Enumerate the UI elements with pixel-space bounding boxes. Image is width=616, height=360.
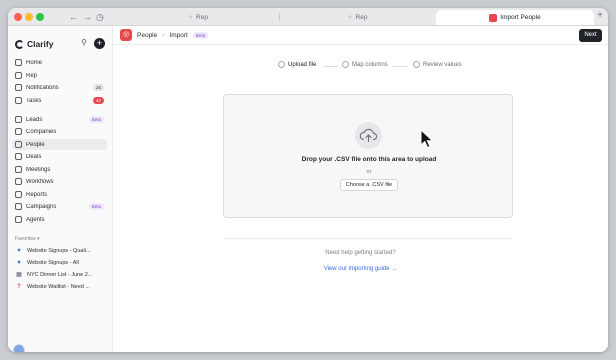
deals-icon	[15, 153, 22, 160]
sidebar-item-meetings[interactable]: Meetings	[12, 164, 107, 175]
avatar[interactable]	[13, 344, 25, 352]
back-arrow-icon[interactable]: ←	[69, 11, 78, 23]
clarify-logo-icon	[15, 39, 24, 49]
clarify-app-icon: ◎	[120, 29, 132, 41]
drop-instructions: Drop your .CSV file onto this area to up…	[301, 156, 437, 163]
favorite-item[interactable]: ♥ Website Signups - Quali...	[12, 245, 107, 256]
main-content: ◎ People › Import Beta Next Upload file …	[113, 26, 608, 352]
sidebar-item-reports[interactable]: Reports	[12, 189, 107, 200]
next-button[interactable]: Next	[579, 29, 602, 42]
history-clock-icon[interactable]: ◷	[96, 11, 104, 23]
cityscape-icon: ▦	[16, 272, 22, 278]
person-icon	[15, 141, 22, 148]
clarify-favicon-icon	[489, 13, 498, 22]
sidebar-item-rep[interactable]: Rep	[12, 70, 107, 81]
import-stepper: Upload file Map columns Review values	[113, 61, 608, 71]
step-upload-file: Upload file	[278, 61, 316, 68]
csv-drop-zone[interactable]: Drop your .CSV file onto this area to up…	[223, 94, 513, 218]
tab-rep-icon: ✧	[188, 15, 194, 21]
beta-badge: Beta	[192, 32, 209, 39]
step-map-columns: Map columns	[342, 61, 388, 68]
close-window-button[interactable]	[14, 13, 22, 21]
sidebar-item-home[interactable]: Home	[12, 57, 107, 68]
create-new-button[interactable]: +	[94, 38, 105, 49]
choose-csv-button[interactable]: Choose a .CSV file	[340, 179, 398, 191]
check-icon	[15, 97, 22, 104]
browser-tab-import-people[interactable]: Import People	[436, 10, 594, 25]
app-window: ← → ◷ ✧ Rep ✧ Rep Import People + Clarif…	[8, 8, 608, 352]
browser-tab-rep-1[interactable]: ✧ Rep	[118, 10, 278, 25]
breadcrumb-import: Import	[169, 32, 188, 39]
blue-heart-icon: ♥	[17, 247, 21, 254]
help-question: Need help getting started?	[325, 250, 396, 256]
upload-cloud-icon	[355, 122, 382, 149]
breadcrumb: People › Import Beta	[137, 30, 211, 41]
divider	[223, 238, 513, 239]
building-icon	[15, 128, 22, 135]
browser-tab-rep-2[interactable]: ✧ Rep	[280, 10, 435, 25]
favorite-item[interactable]: ▦ NYC Dinner List - June 2...	[12, 269, 107, 280]
megaphone-icon	[15, 203, 22, 210]
tab-label: Rep	[355, 14, 368, 21]
home-icon	[15, 59, 22, 66]
favorites-label: Favorites	[15, 236, 36, 242]
new-tab-button[interactable]: +	[597, 10, 603, 21]
step-review-values: Review values	[413, 61, 462, 68]
beta-badge: Beta	[88, 203, 104, 210]
beta-badge: Beta	[88, 116, 104, 123]
question-icon: ?	[17, 283, 21, 290]
sidebar-item-people[interactable]: People	[12, 139, 107, 150]
tab-rep-icon: ✧	[347, 15, 353, 21]
chart-icon	[15, 191, 22, 198]
calendar-icon	[15, 166, 22, 173]
sidebar-item-notifications[interactable]: Notifications 26	[12, 82, 107, 93]
mouse-cursor-icon	[420, 129, 434, 149]
sidebar-item-companies[interactable]: Companies	[12, 126, 107, 137]
forward-arrow-icon[interactable]: →	[83, 11, 92, 23]
minimize-window-button[interactable]	[25, 13, 33, 21]
app-name: Clarify	[27, 39, 54, 49]
favorite-item[interactable]: ? Website Waitlist - Need ...	[12, 281, 107, 292]
step-label: Map columns	[352, 61, 388, 68]
step-label: Upload file	[288, 61, 317, 68]
search-icon[interactable]: ⚲	[81, 38, 87, 47]
step-circle-icon	[278, 61, 285, 68]
tasks-count-badge: 42	[92, 97, 104, 104]
importing-guide-link[interactable]: View our importing guide →	[113, 266, 608, 272]
app-logo[interactable]: Clarify	[15, 39, 53, 49]
breadcrumb-people[interactable]: People	[137, 32, 157, 39]
favorite-item[interactable]: ♥ Website Signups - All	[12, 257, 107, 268]
agent-icon	[15, 216, 22, 223]
step-circle-icon	[413, 61, 420, 68]
leads-icon	[15, 116, 22, 123]
step-circle-icon	[342, 61, 349, 68]
maximize-window-button[interactable]	[36, 13, 44, 21]
notifications-count-badge: 26	[92, 84, 104, 91]
sidebar-item-tasks[interactable]: Tasks 42	[12, 95, 107, 106]
workflow-icon	[15, 178, 22, 185]
sidebar-item-leads[interactable]: Leads Beta	[12, 114, 107, 125]
step-connector	[324, 66, 338, 67]
page-header: ◎ People › Import Beta Next	[113, 26, 608, 45]
tab-label: Import People	[500, 14, 541, 21]
favorites-header[interactable]: Favorites ▾	[15, 236, 39, 242]
chevron-down-icon: ▾	[36, 236, 40, 242]
sidebar-item-workflows[interactable]: Workflows	[12, 176, 107, 187]
blue-heart-icon: ♥	[17, 259, 21, 266]
sidebar-item-campaigns[interactable]: Campaigns Beta	[12, 201, 107, 212]
step-connector	[393, 66, 407, 67]
tab-label: Rep	[196, 14, 208, 21]
or-separator: or	[366, 169, 372, 175]
sidebar-item-agents[interactable]: Agents	[12, 214, 107, 225]
title-bar: ← → ◷ ✧ Rep ✧ Rep Import People +	[8, 8, 608, 26]
sidebar: Clarify ⚲ + Home Rep Notifications 26 Ta…	[8, 26, 113, 352]
chevron-right-icon: ›	[162, 32, 165, 39]
bell-icon	[15, 84, 22, 91]
step-label: Review values	[423, 61, 462, 68]
rep-icon	[15, 72, 22, 79]
sidebar-item-deals[interactable]: Deals	[12, 151, 107, 162]
